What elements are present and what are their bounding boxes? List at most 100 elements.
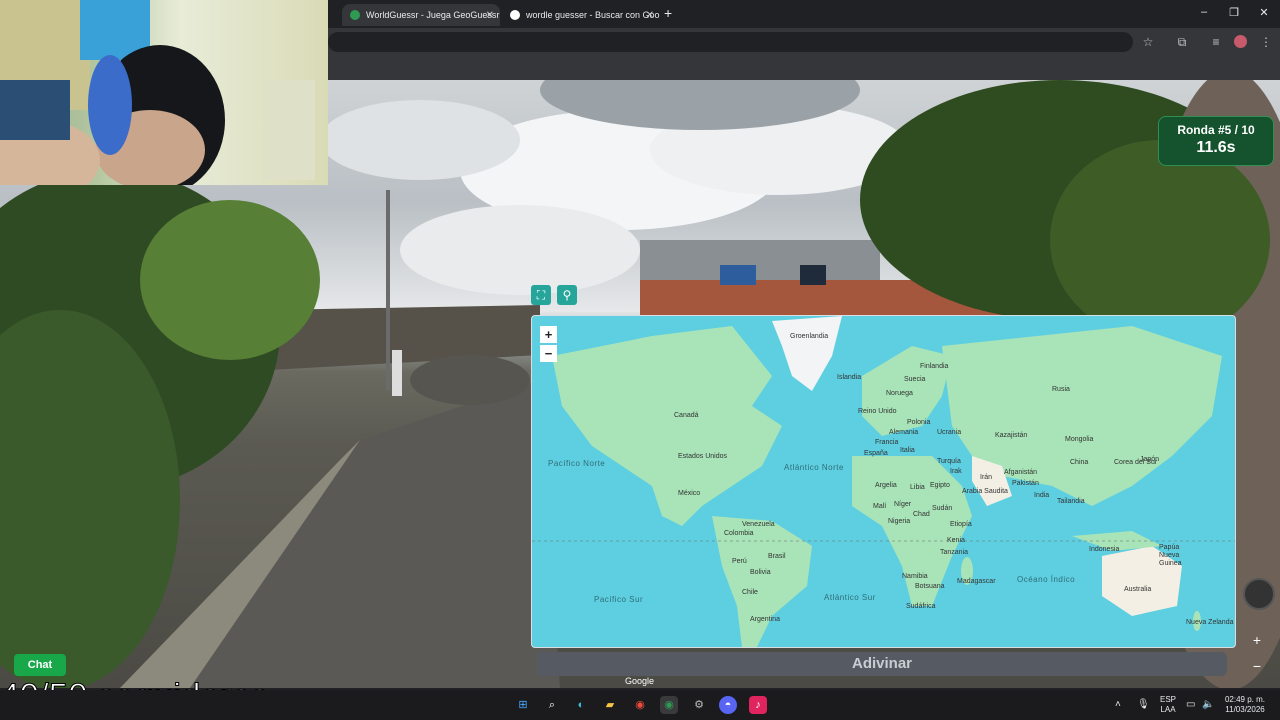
country-label: Arabia Saudita [962,488,1008,495]
country-label: Italia [900,447,915,454]
language-indicator[interactable]: ESP LAA [1156,695,1180,715]
tab-label: wordle guesser - Buscar con Google [526,10,660,20]
media-icon[interactable]: ≡ [1208,34,1224,50]
country-label: Bolivia [750,569,771,576]
country-label: Malí [873,503,887,510]
country-label: Alemania [889,429,919,436]
country-label: China [1070,459,1089,466]
country-label: Nigeria [888,518,911,525]
country-label: Libia [910,484,925,491]
clock-time: 02:49 p. m. [1224,695,1266,704]
globe-icon [350,10,360,20]
chevron-up-icon[interactable]: ˄ [1115,700,1121,710]
country-label: Papúa Nueva Guinea [1159,544,1182,567]
country-label: Kazajistán [995,432,1028,439]
close-window-button[interactable]: ✕ [1254,6,1274,19]
zoom-in-button[interactable]: + [540,326,557,343]
country-label: Pakistán [1012,480,1039,487]
webcam-feed [0,0,328,185]
extensions-icon[interactable]: ⧉ [1174,34,1190,50]
country-label: Irán [980,474,993,481]
country-label: Islandia [837,374,862,381]
country-label: Tanzania [940,549,969,556]
chrome-icon[interactable]: ◉ [631,696,649,714]
country-label: India [1034,492,1050,499]
country-label: Argentina [750,616,780,623]
close-tab-icon[interactable]: ✕ [486,10,494,21]
windows-start-icon[interactable]: ⊞ [514,696,532,714]
google-attribution: Google [625,676,655,686]
country-label: Polonia [907,419,931,426]
tab-worldguessr[interactable]: WorldGuessr - Juega GeoGuessr ✕ [342,4,500,26]
country-label: Afganistán [1004,469,1038,476]
country-label: Noruega [886,390,913,397]
menu-icon[interactable]: ⋮ [1258,34,1274,50]
country-label: Botsuana [915,583,945,590]
country-label: Brasil [768,553,786,560]
country-label: Japón [1140,456,1160,463]
country-label: Indonesia [1089,546,1120,553]
chrome-active-icon[interactable]: ◉ [660,696,678,714]
close-tab-icon[interactable]: ✕ [646,10,654,21]
country-label: España [864,450,888,457]
country-label: México [678,490,701,497]
compass-icon[interactable] [1243,578,1275,610]
country-label: Níger [894,501,912,508]
country-label: Nueva Zelanda [1186,619,1234,626]
ocean-label: Pacífico Norte [548,459,606,468]
country-label: Finlandia [920,363,949,370]
country-label: Namibia [902,573,928,580]
lang-layout: LAA [1160,705,1176,714]
ocean-label: Atlántico Sur [824,593,876,602]
country-label: Etiopía [950,521,972,528]
new-tab-button[interactable]: + [664,5,672,21]
country-label: Argelia [875,482,897,489]
guess-button[interactable]: Adivinar [537,652,1227,676]
clock[interactable]: 02:49 p. m. 11/03/2026 [1220,695,1270,715]
volume-icon[interactable]: 🔈 [1202,700,1214,710]
zoom-out-button[interactable]: − [540,345,557,362]
edge-icon[interactable]: ◐ [572,696,590,714]
tiktok-icon[interactable]: ♪ [749,696,767,714]
search-icon[interactable]: ⌕ [543,696,561,714]
country-label: Chad [913,511,930,518]
maximize-button[interactable]: ❐ [1224,6,1244,19]
country-label: Colombia [724,530,754,537]
ocean-label: Atlántico Norte [784,463,844,472]
google-icon [510,10,520,20]
round-label: Ronda #5 / 10 [1177,123,1255,137]
country-label: Egipto [930,482,950,489]
profile-avatar[interactable] [1234,35,1247,48]
clock-date: 11/03/2026 [1225,705,1265,714]
microphone-icon[interactable]: 🎙 [1137,700,1150,710]
ocean-label: Océano Índico [1017,575,1076,584]
sv-zoom-out-button[interactable]: − [1247,658,1267,674]
tab-label: WorldGuessr - Juega GeoGuessr [366,10,500,20]
minimize-button[interactable]: – [1194,6,1214,18]
chat-button[interactable]: Chat [14,654,66,676]
file-explorer-icon[interactable]: ▰ [601,696,619,714]
country-label: Sudáfrica [906,603,936,610]
country-label: Tailandia [1057,498,1085,505]
country-label: Reino Unido [858,408,897,415]
country-label: Francia [875,439,899,446]
address-bar[interactable] [328,32,1133,52]
expand-map-icon[interactable]: ⛶ [531,285,551,305]
network-icon[interactable]: ▭ [1186,700,1195,710]
sv-zoom-in-button[interactable]: + [1247,632,1267,648]
discord-icon[interactable]: ◓ [719,696,737,714]
country-label: Turquía [937,458,961,465]
country-label: Suecia [904,376,926,383]
country-label: Perú [732,558,747,565]
star-icon[interactable]: ☆ [1140,34,1156,50]
round-panel: Ronda #5 / 10 11.6s [1158,116,1274,166]
country-label: Chile [742,589,758,596]
ocean-label: Pacífico Sur [594,595,644,604]
guess-map[interactable]: + − Pacífico Norte Atlántico Norte Pacíf… [531,315,1236,648]
settings-icon[interactable]: ⚙ [690,696,708,714]
country-label: Rusia [1052,386,1070,393]
country-label: Australia [1124,586,1152,593]
country-label: Sudán [932,505,953,512]
pin-map-icon[interactable]: ⚲ [557,285,577,305]
tab-google-search[interactable]: wordle guesser - Buscar con Google ✕ [502,4,660,26]
